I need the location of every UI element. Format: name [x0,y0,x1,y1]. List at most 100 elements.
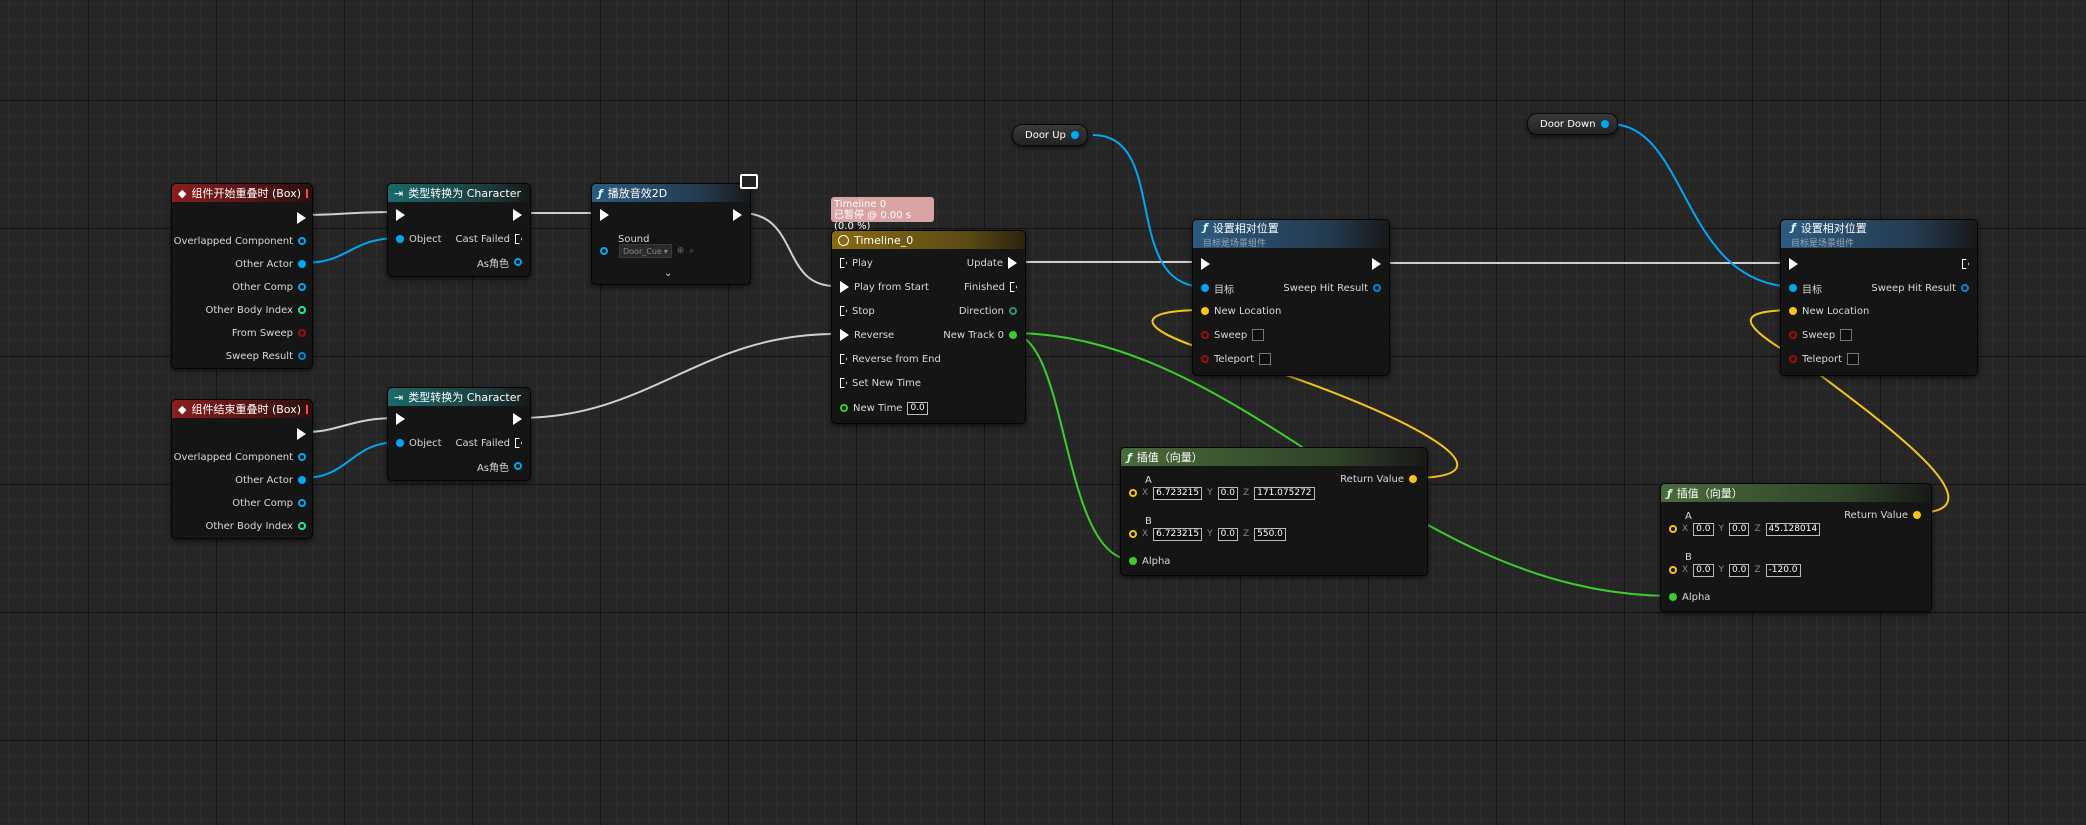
exec-out-pin-icon[interactable] [1372,258,1381,270]
object-pin-icon[interactable] [1789,284,1797,292]
float-pin-icon[interactable] [840,404,848,412]
node-header[interactable]: Timeline_0 [832,231,1025,249]
exec-in-pin-icon[interactable] [396,413,405,425]
object-pin-icon[interactable] [514,462,522,470]
bool-pin-icon[interactable] [1201,355,1209,363]
float-pin-icon[interactable] [1009,331,1017,339]
a-y-input[interactable]: 0.0 [1217,486,1238,500]
new-time-input[interactable]: 0.0 [907,401,928,415]
object-pin-icon[interactable] [396,235,404,243]
object-pin-icon[interactable] [1600,120,1609,128]
set-relative-location-node[interactable]: ƒ 设置相对位置 目标是场景组件 目标 Sweep Hit Result New … [1192,219,1390,376]
node-header[interactable]: ƒ 设置相对位置 目标是场景组件 [1781,220,1977,248]
blueprint-graph-canvas[interactable]: ◆ 组件开始重叠时 (Box) Overlapped Component Oth… [0,0,2086,825]
exec-out-pin-icon[interactable] [513,413,522,425]
play-sound-2d-node[interactable]: ƒ 播放音效2D Sound Door_Cue ▾ ⊕ ⌕ ⌄ [591,174,758,285]
set-relative-location-node[interactable]: ƒ 设置相对位置 目标是场景组件 目标 Sweep Hit Result New … [1780,219,1978,376]
exec-out-pin-icon[interactable] [1010,282,1017,292]
expand-chevron-icon[interactable]: ⌄ [664,268,672,279]
bool-pin-icon[interactable] [1201,331,1209,339]
vector-pin-icon[interactable] [1409,475,1417,483]
b-y-input[interactable]: 0.0 [1217,527,1238,541]
vector-pin-icon[interactable] [1201,307,1209,315]
teleport-checkbox[interactable] [1847,353,1859,365]
object-pin-icon[interactable] [298,499,306,507]
float-pin-icon[interactable] [1669,593,1677,601]
exec-out-pin-icon[interactable] [733,209,742,221]
b-z-input[interactable]: 550.0 [1254,527,1286,541]
delegate-pin-icon[interactable] [306,404,308,414]
sweep-checkbox[interactable] [1252,329,1265,341]
exec-out-pin-icon[interactable] [515,438,522,448]
int-pin-icon[interactable] [298,306,306,314]
struct-pin-icon[interactable] [1373,284,1381,292]
vector-pin-icon[interactable] [1669,525,1677,533]
node-header[interactable]: ƒ 插值（向量） [1121,448,1427,466]
node-header[interactable]: ◆ 组件结束重叠时 (Box) [172,400,312,418]
cast-to-character-node[interactable]: ⇥ 类型转换为 Character Object Cast Failed As角… [387,387,531,481]
object-pin-icon[interactable] [514,258,522,266]
a-x-input[interactable]: 0.0 [1693,522,1714,536]
node-header[interactable]: ƒ 播放音效2D [592,184,750,202]
object-pin-icon[interactable] [396,439,404,447]
exec-out-pin-icon[interactable] [297,428,306,440]
exec-in-pin-icon[interactable] [840,281,849,293]
a-y-input[interactable]: 0.0 [1729,522,1750,536]
vector-pin-icon[interactable] [1129,489,1137,497]
a-x-input[interactable]: 6.723215 [1153,486,1203,500]
object-pin-icon[interactable] [298,453,306,461]
exec-in-pin-icon[interactable] [396,209,405,221]
exec-out-pin-icon[interactable] [513,209,522,221]
exec-out-pin-icon[interactable] [1008,257,1017,269]
exec-out-pin-icon[interactable] [1962,259,1969,269]
object-pin-icon[interactable] [298,260,306,268]
delegate-pin-icon[interactable] [306,188,308,198]
vector-pin-icon[interactable] [1913,511,1921,519]
exec-in-pin-icon[interactable] [840,258,847,268]
vector-pin-icon[interactable] [1789,307,1797,315]
cast-to-character-node[interactable]: ⇥ 类型转换为 Character Object Cast Failed As角… [387,183,531,277]
object-pin-icon[interactable] [600,247,608,255]
timeline-node[interactable]: Timeline_0 Play Play from Start Stop Rev… [831,230,1026,424]
a-z-input[interactable]: 171.075272 [1254,486,1315,500]
object-pin-icon[interactable] [298,237,306,245]
event-begin-overlap-node[interactable]: ◆ 组件开始重叠时 (Box) Overlapped Component Oth… [171,183,313,369]
struct-pin-icon[interactable] [1961,284,1969,292]
node-header[interactable]: ◆ 组件开始重叠时 (Box) [172,184,312,202]
exec-in-pin-icon[interactable] [840,354,847,364]
struct-pin-icon[interactable] [298,352,306,360]
object-pin-icon[interactable] [1201,284,1209,292]
b-x-input[interactable]: 0.0 [1693,563,1714,577]
exec-out-pin-icon[interactable] [515,234,522,244]
teleport-checkbox[interactable] [1259,353,1271,365]
int-pin-icon[interactable] [298,522,306,530]
float-pin-icon[interactable] [1129,557,1137,565]
object-pin-icon[interactable] [298,476,306,484]
sweep-checkbox[interactable] [1840,329,1853,341]
lerp-vector-node[interactable]: ƒ 插值（向量） A X 6.723215 Y 0.0 Z 171.075272 B … [1120,447,1428,576]
vector-pin-icon[interactable] [1669,566,1677,574]
a-z-input[interactable]: 45.128014 [1765,522,1821,536]
sound-asset-dropdown[interactable]: Door_Cue ▾ [619,244,672,258]
object-pin-icon[interactable] [1070,131,1079,139]
use-selected-icon[interactable]: ⊕ [677,246,685,256]
exec-in-pin-icon[interactable] [1201,258,1210,270]
exec-out-pin-icon[interactable] [297,212,306,224]
bool-pin-icon[interactable] [1789,355,1797,363]
bool-pin-icon[interactable] [1789,331,1797,339]
event-end-overlap-node[interactable]: ◆ 组件结束重叠时 (Box) Overlapped Component Oth… [171,399,313,539]
exec-in-pin-icon[interactable] [840,329,849,341]
b-y-input[interactable]: 0.0 [1729,563,1750,577]
bool-pin-icon[interactable] [298,329,306,337]
browse-icon[interactable]: ⌕ [689,246,694,256]
node-header[interactable]: ƒ 插值（向量） [1661,484,1931,502]
door-up-variable-node[interactable]: Door Up [1012,124,1088,146]
exec-in-pin-icon[interactable] [840,306,847,316]
exec-in-pin-icon[interactable] [600,209,609,221]
b-x-input[interactable]: 6.723215 [1153,527,1203,541]
door-down-variable-node[interactable]: Door Down [1527,113,1618,135]
enum-pin-icon[interactable] [1009,307,1017,315]
lerp-vector-node[interactable]: ƒ 插值（向量） A X 0.0 Y 0.0 Z 45.128014 B X 0.0 Y… [1660,483,1932,612]
object-pin-icon[interactable] [298,283,306,291]
b-z-input[interactable]: -120.0 [1765,563,1801,577]
